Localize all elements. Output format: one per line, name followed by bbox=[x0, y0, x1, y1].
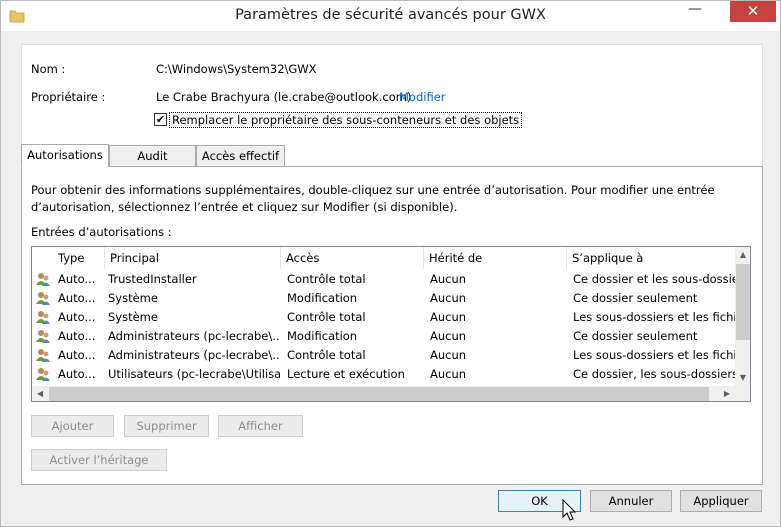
table-row[interactable]: Auto... Utilisateurs (pc-lecrabe\Utilisa… bbox=[32, 365, 735, 384]
cell-type: Auto... bbox=[58, 348, 96, 362]
close-icon: ✕ bbox=[746, 2, 760, 20]
instructions-text: Pour obtenir des informations supplément… bbox=[31, 183, 715, 214]
window-title: Paramètres de sécurité avancés pour GWX bbox=[235, 7, 546, 23]
cell-principal: Administrateurs (pc-lecrabe\... bbox=[108, 348, 280, 362]
enable-inheritance-label: Activer l’héritage bbox=[49, 453, 149, 467]
change-owner-link[interactable]: Modifier bbox=[399, 90, 446, 104]
ok-button-label: OK bbox=[531, 494, 548, 508]
column-header-applies-to[interactable]: S’applique à bbox=[567, 247, 735, 269]
cell-applies-to: Ce dossier et les sous-dossiers bbox=[573, 272, 735, 286]
users-icon bbox=[36, 311, 50, 324]
entries-label: Entrées d’autorisations : bbox=[31, 225, 172, 239]
tab-permissions[interactable]: Autorisations bbox=[21, 144, 109, 167]
replace-owner-label[interactable]: Remplacer le propriétaire des sous-conte… bbox=[169, 112, 523, 128]
cell-principal: Administrateurs (pc-lecrabe\... bbox=[108, 329, 280, 343]
cell-inherited-from: Aucun bbox=[430, 367, 467, 381]
horizontal-scroll-thumb[interactable] bbox=[49, 387, 709, 401]
cell-principal: Système bbox=[108, 291, 158, 305]
cell-type: Auto... bbox=[58, 310, 96, 324]
checkmark-icon: ✔ bbox=[155, 113, 166, 126]
cell-applies-to: Ce dossier seulement bbox=[573, 291, 698, 305]
name-label: Nom : bbox=[31, 62, 66, 76]
remove-button-label: Supprimer bbox=[136, 419, 197, 433]
table-row[interactable]: Auto... TrustedInstaller Contrôle total … bbox=[32, 270, 735, 289]
owner-value: Le Crabe Brachyura (le.crabe@outlook.com… bbox=[156, 90, 412, 104]
view-button[interactable]: Afficher bbox=[218, 415, 303, 437]
column-header-type[interactable]: Type bbox=[53, 247, 105, 269]
name-value: C:\Windows\System32\GWX bbox=[156, 62, 317, 76]
security-settings-window: Paramètres de sécurité avancés pour GWX … bbox=[0, 0, 781, 527]
table-row[interactable]: Auto... Administrateurs (pc-lecrabe\... … bbox=[32, 346, 735, 365]
add-button-label: Ajouter bbox=[51, 419, 94, 433]
cell-applies-to: Ce dossier seulement bbox=[573, 329, 698, 343]
scroll-left-icon[interactable]: ◀ bbox=[32, 386, 48, 401]
scroll-up-icon[interactable]: ▲ bbox=[735, 247, 750, 263]
cell-access: Modification bbox=[287, 291, 358, 305]
apply-button[interactable]: Appliquer bbox=[680, 490, 762, 512]
title-bar[interactable]: Paramètres de sécurité avancés pour GWX … bbox=[1, 1, 780, 31]
table-row[interactable]: Auto... Système Modification Aucun Ce do… bbox=[32, 289, 735, 308]
cancel-button[interactable]: Annuler bbox=[590, 490, 672, 512]
cell-inherited-from: Aucun bbox=[430, 348, 467, 362]
list-header: Type Principal Accès Hérité de S’appliqu… bbox=[32, 247, 735, 269]
remove-button[interactable]: Supprimer bbox=[124, 415, 209, 437]
column-header-principal[interactable]: Principal bbox=[105, 247, 281, 269]
cell-inherited-from: Aucun bbox=[430, 310, 467, 324]
table-row[interactable]: Auto... Administrateurs (pc-lecrabe\... … bbox=[32, 327, 735, 346]
users-icon bbox=[36, 368, 50, 381]
users-icon bbox=[36, 349, 50, 362]
tab-audit[interactable]: Audit bbox=[109, 145, 196, 167]
cell-type: Auto... bbox=[58, 329, 96, 343]
column-header-access[interactable]: Accès bbox=[281, 247, 424, 269]
table-row[interactable]: Auto... Système Contrôle total Aucun Les… bbox=[32, 308, 735, 327]
users-icon bbox=[36, 292, 50, 305]
cell-applies-to: Les sous-dossiers et les fichiers bbox=[573, 348, 735, 362]
cancel-button-label: Annuler bbox=[608, 494, 654, 508]
vertical-scroll-thumb[interactable] bbox=[736, 264, 750, 340]
cell-access: Contrôle total bbox=[287, 310, 366, 324]
tab-label: Autorisations bbox=[27, 148, 103, 162]
users-icon bbox=[36, 273, 50, 286]
close-button[interactable]: ✕ bbox=[730, 1, 776, 22]
enable-inheritance-button[interactable]: Activer l’héritage bbox=[31, 449, 167, 471]
cell-access: Contrôle total bbox=[287, 272, 366, 286]
apply-button-label: Appliquer bbox=[693, 494, 749, 508]
owner-label: Propriétaire : bbox=[31, 90, 106, 104]
horizontal-scrollbar[interactable]: ◀ ▶ bbox=[32, 386, 735, 401]
tab-effective-access[interactable]: Accès effectif bbox=[196, 145, 285, 167]
scroll-down-icon[interactable]: ▼ bbox=[735, 370, 750, 386]
cell-inherited-from: Aucun bbox=[430, 291, 467, 305]
cell-applies-to: Ce dossier, les sous-dossiers e... bbox=[573, 367, 735, 381]
column-header-inherited-from[interactable]: Hérité de bbox=[424, 247, 567, 269]
minimize-icon: — bbox=[688, 1, 702, 17]
vertical-scrollbar[interactable]: ▲ ▼ bbox=[735, 247, 750, 386]
cell-applies-to: Les sous-dossiers et les fichiers bbox=[573, 310, 735, 324]
view-button-label: Afficher bbox=[238, 419, 283, 433]
replace-owner-checkbox[interactable]: ✔ bbox=[154, 113, 167, 126]
cell-principal: TrustedInstaller bbox=[108, 272, 197, 286]
cell-inherited-from: Aucun bbox=[430, 272, 467, 286]
cell-principal: Utilisateurs (pc-lecrabe\Utilisa... bbox=[108, 367, 280, 381]
tab-label: Audit bbox=[137, 149, 168, 163]
cell-principal: Système bbox=[108, 310, 158, 324]
minimize-button[interactable]: — bbox=[682, 1, 708, 22]
add-button[interactable]: Ajouter bbox=[31, 415, 114, 437]
cell-type: Auto... bbox=[58, 272, 96, 286]
tab-label: Accès effectif bbox=[201, 149, 280, 163]
scroll-right-icon[interactable]: ▶ bbox=[719, 386, 735, 401]
cell-inherited-from: Aucun bbox=[430, 329, 467, 343]
cell-access: Modification bbox=[287, 329, 358, 343]
cell-access: Contrôle total bbox=[287, 348, 366, 362]
scrollbar-corner bbox=[735, 386, 750, 401]
permission-entries-list[interactable]: Type Principal Accès Hérité de S’appliqu… bbox=[31, 246, 751, 402]
cell-type: Auto... bbox=[58, 367, 96, 381]
users-icon bbox=[36, 330, 50, 343]
cell-access: Lecture et exécution bbox=[287, 367, 405, 381]
mouse-cursor-icon bbox=[562, 499, 577, 521]
cell-type: Auto... bbox=[58, 291, 96, 305]
